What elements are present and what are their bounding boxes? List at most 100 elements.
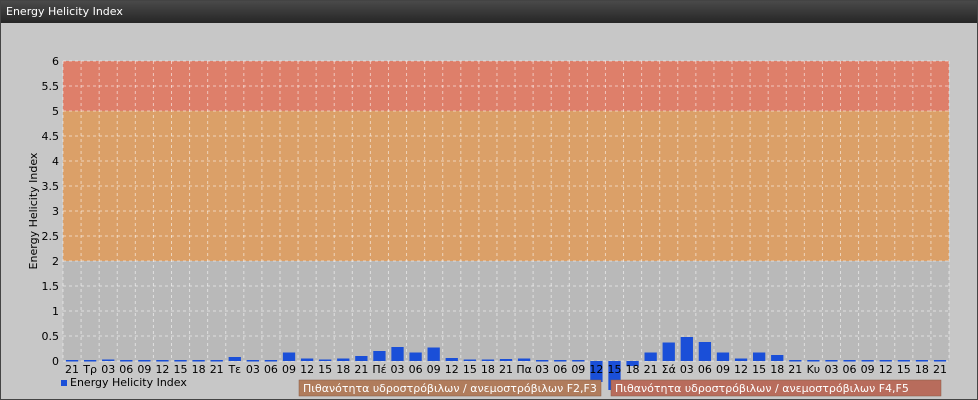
- x-tick-0: 21: [65, 363, 79, 376]
- y-tick-4: 2: [52, 255, 59, 268]
- bar-18: [391, 347, 404, 361]
- x-tick-23: 18: [481, 363, 495, 376]
- bar-1: [83, 360, 97, 362]
- x-tick-20: 09: [427, 363, 441, 376]
- x-tick-8: 21: [210, 363, 224, 376]
- bar-11: [264, 360, 278, 362]
- bar-16: [355, 356, 368, 361]
- y-tick-0: 0: [52, 355, 59, 368]
- bar-27: [554, 360, 567, 362]
- bar-35: [698, 342, 712, 361]
- window-title: Energy Helicity Index: [1, 1, 977, 23]
- chart-window: Energy Helicity Index 0 0.5 1 1.5 2 2.5 3 3.5 4 4…: [0, 0, 978, 400]
- bar-32: [644, 352, 657, 361]
- y-tick-5: 2.5: [42, 230, 60, 243]
- x-tick-34: 03: [680, 363, 694, 376]
- x-tick-16: 21: [354, 363, 368, 376]
- bar-25: [517, 358, 531, 361]
- x-tick-19: 06: [409, 363, 423, 376]
- y-tick-11: 5.5: [42, 80, 60, 93]
- bar-38: [752, 352, 766, 361]
- x-tick-41: Κυ: [807, 363, 821, 376]
- y-tick-7: 3.5: [42, 180, 60, 193]
- x-tick-38: 15: [752, 363, 766, 376]
- bar-46: [897, 360, 910, 362]
- x-tick-21: 12: [445, 363, 459, 376]
- bar-6: [174, 360, 187, 362]
- bar-23: [481, 359, 495, 361]
- bar-39: [771, 355, 784, 361]
- y-tick-1: 0.5: [42, 330, 60, 343]
- bar-5: [156, 360, 169, 362]
- y-tick-3: 1.5: [42, 280, 60, 293]
- bar-12: [282, 352, 296, 361]
- x-tick-32: 21: [644, 363, 658, 376]
- x-tick-4: 09: [137, 363, 151, 376]
- x-tick-7: 18: [192, 363, 206, 376]
- x-tick-24: 21: [499, 363, 513, 376]
- bar-47: [915, 360, 929, 362]
- bar-34: [680, 337, 693, 361]
- x-tick-13: 12: [300, 363, 314, 376]
- bar-19: [409, 352, 422, 361]
- bar-2: [102, 359, 115, 361]
- x-tick-31: 18: [626, 363, 640, 376]
- x-tick-26: 03: [535, 363, 549, 376]
- bar-43: [843, 360, 856, 362]
- bar-22: [463, 359, 476, 361]
- bar-20: [427, 347, 440, 361]
- x-tick-3: 06: [119, 363, 133, 376]
- y-tick-8: 4: [52, 155, 59, 168]
- x-tick-44: 09: [861, 363, 875, 376]
- x-tick-5: 12: [155, 363, 169, 376]
- x-tick-2: 03: [101, 363, 115, 376]
- bar-13: [300, 358, 314, 361]
- bar-48: [933, 360, 947, 362]
- x-tick-25: Πα: [516, 363, 532, 376]
- x-tick-28: 09: [571, 363, 585, 376]
- x-tick-10: 03: [246, 363, 260, 376]
- band-legend-label-0: Πιθανότητα υδροστρόβιλων / ανεμοστρόβιλω…: [303, 382, 597, 395]
- x-tick-11: 06: [264, 363, 278, 376]
- x-tick-42: 03: [824, 363, 838, 376]
- x-tick-9: Τε: [227, 363, 241, 376]
- x-tick-33: Σά: [662, 363, 676, 376]
- bar-0: [65, 360, 79, 362]
- series-legend-marker: [61, 380, 67, 386]
- bar-15: [337, 358, 350, 361]
- x-tick-35: 06: [698, 363, 712, 376]
- y-tick-6: 3: [52, 205, 59, 218]
- x-tick-6: 15: [174, 363, 188, 376]
- x-tick-30: 15: [607, 363, 621, 376]
- x-tick-43: 06: [843, 363, 857, 376]
- x-tick-40: 21: [788, 363, 802, 376]
- bar-24: [499, 359, 513, 361]
- y-tick-12: 6: [52, 55, 59, 68]
- bar-26: [536, 360, 549, 362]
- bar-9: [228, 357, 241, 361]
- bar-10: [246, 360, 260, 362]
- bar-44: [861, 360, 874, 362]
- x-tick-39: 18: [770, 363, 784, 376]
- bar-40: [789, 360, 802, 362]
- bar-4: [138, 360, 151, 362]
- x-tick-12: 09: [282, 363, 296, 376]
- bar-14: [319, 359, 332, 361]
- bar-41: [807, 360, 820, 362]
- bar-8: [210, 360, 223, 362]
- band-legend-label-1: Πιθανότητα υδροστρόβιλων / ανεμοστρόβιλω…: [615, 382, 909, 395]
- y-tick-10: 5: [52, 105, 59, 118]
- x-tick-47: 18: [915, 363, 929, 376]
- x-tick-1: Τρ: [82, 363, 97, 376]
- x-tick-36: 09: [716, 363, 730, 376]
- x-tick-29: 12: [589, 363, 603, 376]
- y-tick-9: 4.5: [42, 130, 60, 143]
- x-tick-18: 03: [391, 363, 405, 376]
- bar-21: [445, 358, 458, 361]
- x-tick-45: 12: [879, 363, 893, 376]
- bar-45: [879, 360, 892, 362]
- bar-7: [192, 360, 205, 362]
- bar-42: [825, 360, 838, 362]
- x-tick-22: 15: [463, 363, 477, 376]
- bar-17: [373, 351, 386, 361]
